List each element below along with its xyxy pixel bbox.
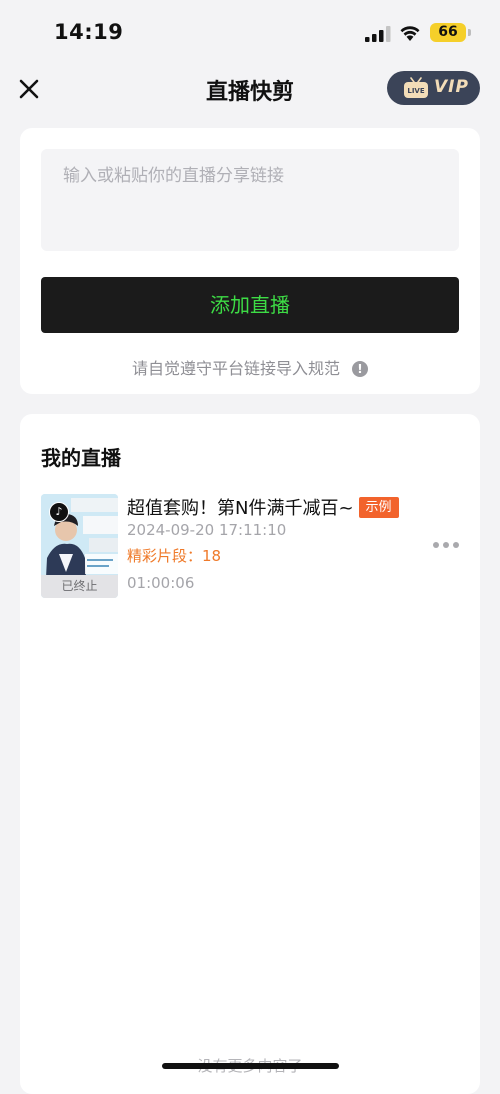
battery-indicator: 66 xyxy=(430,23,466,42)
link-input-card: 输入或粘贴你的直播分享链接 添加直播 请自觉遵守平台链接导入规范! xyxy=(20,128,480,394)
list-item[interactable]: ♪ 已终止 超值套购！第N件满千减百~ 示例 2024-09-20 17:11:1… xyxy=(41,494,461,598)
live-title: 超值套购！第N件满千减百~ 示例 xyxy=(127,494,399,520)
live-link-input[interactable]: 输入或粘贴你的直播分享链接 xyxy=(41,149,459,251)
live-duration: 01:00:06 xyxy=(127,574,195,592)
live-datetime: 2024-09-20 17:11:10 xyxy=(127,521,287,539)
more-dot xyxy=(453,542,459,548)
battery-tip xyxy=(468,29,471,36)
wifi-icon xyxy=(400,26,420,41)
vip-label: VIP xyxy=(434,77,469,97)
live-title-text: 超值套购！第N件满千减百~ xyxy=(127,498,354,519)
highlights-count[interactable]: 精彩片段：18 xyxy=(127,545,221,566)
header: 直播快剪 LIVE VIP xyxy=(0,60,500,120)
vip-button[interactable]: LIVE VIP xyxy=(387,71,480,105)
cellular-signal-icon xyxy=(365,26,391,42)
compliance-notice: 请自觉遵守平台链接导入规范! xyxy=(20,355,480,379)
status-bar: 14:19 66 xyxy=(0,0,500,60)
compliance-notice-text: 请自觉遵守平台链接导入规范 xyxy=(131,359,340,378)
status-time: 14:19 xyxy=(54,20,124,44)
section-title: 我的直播 xyxy=(41,446,121,470)
info-icon[interactable]: ! xyxy=(352,361,368,377)
sample-badge: 示例 xyxy=(358,497,399,518)
live-tv-icon: LIVE xyxy=(404,77,428,98)
live-status-label: 已终止 xyxy=(41,575,118,598)
tiktok-logo-icon: ♪ xyxy=(49,502,69,522)
more-dot xyxy=(443,542,449,548)
more-dot xyxy=(433,542,439,548)
add-live-button[interactable]: 添加直播 xyxy=(41,277,459,333)
live-badge-text: LIVE xyxy=(407,87,424,95)
my-lives-card: 我的直播 ♪ 已终止 超值套购！第N件满千减百~ 示例 2024-09-20 17… xyxy=(20,414,480,1094)
more-options-icon[interactable] xyxy=(433,534,461,554)
live-thumbnail: ♪ 已终止 xyxy=(41,494,118,598)
home-indicator[interactable] xyxy=(162,1063,339,1069)
